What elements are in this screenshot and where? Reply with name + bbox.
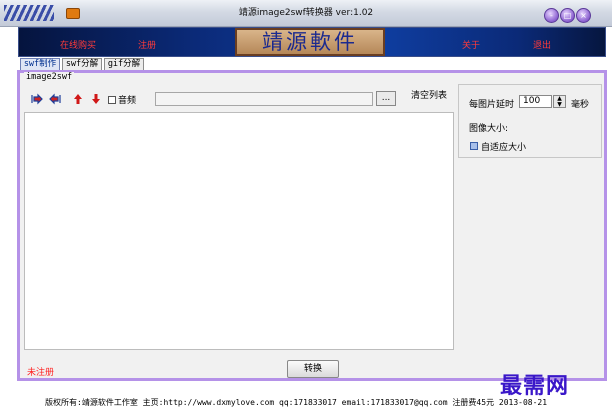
tab-gif-split[interactable]: gif分解	[104, 58, 144, 70]
window-controls: - □ ×	[544, 8, 608, 23]
delay-unit-label: 毫秒	[571, 100, 590, 110]
exit-link[interactable]: 退出	[533, 38, 551, 51]
image-size-label: 图像大小:	[469, 124, 509, 134]
audio-checkbox[interactable]	[108, 96, 116, 104]
tab-swf-make[interactable]: swf制作	[20, 58, 60, 70]
window-title: 靖源image2swf转换器 ver:1.02	[238, 8, 374, 18]
auto-fit-label: 自适应大小	[481, 143, 527, 153]
watermark: 最需网	[500, 373, 570, 399]
buy-online-link[interactable]: 在线购买	[60, 38, 96, 51]
group-title: image2swf	[24, 72, 75, 82]
delay-label: 每图片延时	[469, 100, 515, 110]
banner-logo: 靖源軟件	[235, 28, 385, 56]
audio-path-input[interactable]	[155, 92, 373, 106]
about-link[interactable]: 关于	[462, 38, 480, 51]
move-down-icon[interactable]	[89, 93, 103, 105]
clear-list-button[interactable]: 清空列表	[406, 89, 452, 103]
image-list[interactable]	[24, 112, 454, 350]
tab-swf-split[interactable]: swf分解	[62, 58, 102, 70]
browse-button[interactable]: ...	[376, 91, 396, 106]
delay-input[interactable]: 100	[519, 95, 552, 108]
close-button[interactable]: ×	[576, 8, 591, 23]
audio-label: 音频	[118, 96, 137, 106]
move-up-icon[interactable]	[71, 93, 85, 105]
move-last-icon[interactable]	[48, 93, 62, 105]
maximize-button[interactable]: □	[560, 8, 575, 23]
registration-status: 未注册	[27, 368, 55, 378]
delay-stepper[interactable]: ▲ ▼	[553, 95, 566, 108]
minimize-button[interactable]: -	[544, 8, 559, 23]
move-first-icon[interactable]	[30, 93, 44, 105]
convert-button[interactable]: 转换	[287, 360, 339, 378]
auto-fit-checkbox[interactable]	[470, 142, 478, 150]
register-link[interactable]: 注册	[138, 38, 156, 51]
